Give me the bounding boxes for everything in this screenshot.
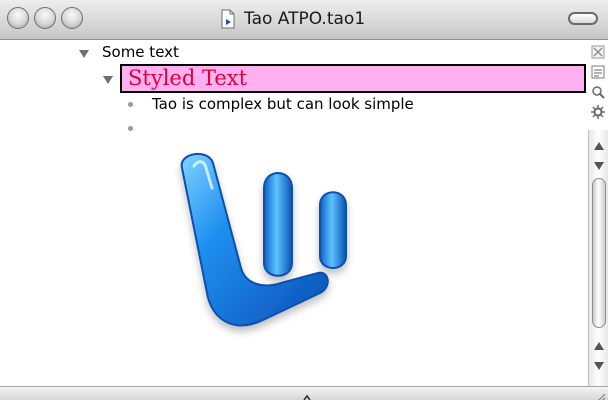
search-icon[interactable] xyxy=(591,84,605,103)
app-window: Tao ATPO.tao1 Some text Styled Text Tao … xyxy=(0,0,608,400)
chevron-up-icon[interactable] xyxy=(302,388,312,400)
toolbar-toggle-button[interactable] xyxy=(568,12,598,25)
outline-row[interactable]: Tao is complex but can look simple xyxy=(128,95,414,113)
title-bar[interactable]: Tao ATPO.tao1 xyxy=(0,0,608,40)
gear-icon[interactable] xyxy=(591,104,605,123)
resize-grip-icon[interactable] xyxy=(594,388,606,400)
outline-row-text[interactable]: Tao is complex but can look simple xyxy=(152,95,414,113)
close-icon[interactable] xyxy=(591,44,605,63)
bottom-bar xyxy=(0,386,608,400)
styled-text-row[interactable]: Styled Text xyxy=(120,64,586,93)
scroll-up-arrow-icon[interactable] xyxy=(593,336,605,350)
document-icon xyxy=(220,9,236,29)
scroll-down-arrow-icon[interactable] xyxy=(593,156,605,170)
window-title: Tao ATPO.tao1 xyxy=(244,9,366,29)
styled-text[interactable]: Styled Text xyxy=(122,68,247,89)
outline-view[interactable]: Some text Styled Text Tao is complex but… xyxy=(0,40,586,386)
side-tools xyxy=(588,40,608,130)
window-title-group: Tao ATPO.tao1 xyxy=(220,5,365,33)
outline-row-text[interactable]: Some text xyxy=(102,43,179,61)
outline-row[interactable] xyxy=(128,120,152,136)
close-button[interactable] xyxy=(7,7,29,29)
scroll-up-arrow-icon[interactable] xyxy=(593,136,605,150)
bullet-icon xyxy=(128,125,133,131)
bullet-icon xyxy=(128,101,133,107)
zoom-button[interactable] xyxy=(61,7,83,29)
scroll-down-arrow-icon[interactable] xyxy=(593,356,605,370)
word-logo-image[interactable] xyxy=(168,148,368,338)
disclosure-triangle-icon[interactable] xyxy=(78,46,90,58)
outline-row[interactable]: Some text xyxy=(78,43,179,61)
disclosure-triangle-icon[interactable] xyxy=(102,71,114,84)
minimize-button[interactable] xyxy=(34,7,56,29)
notes-icon[interactable] xyxy=(591,64,605,83)
scrollbar-thumb[interactable] xyxy=(592,178,606,328)
vertical-scrollbar[interactable] xyxy=(588,130,608,386)
